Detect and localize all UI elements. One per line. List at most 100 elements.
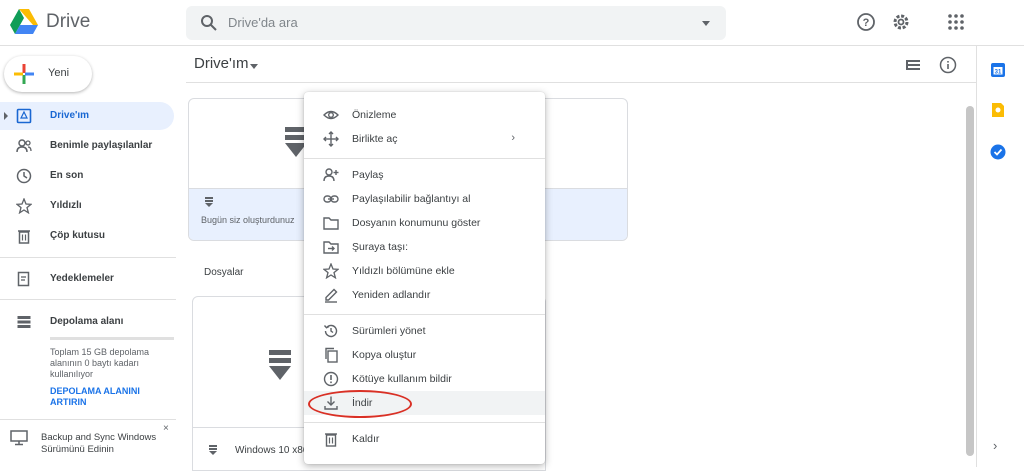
- expand-arrow-icon[interactable]: [4, 112, 8, 120]
- file-type-small-icon: [209, 445, 217, 455]
- report-icon: [323, 371, 339, 387]
- trash-icon: [16, 228, 32, 244]
- menu-item-rename[interactable]: Yeniden adlandır: [304, 283, 545, 307]
- highlight-annotation: [308, 390, 412, 418]
- side-panel-rail: 31 ›: [976, 46, 1024, 467]
- menu-item-label: Sürümleri yönet: [352, 325, 426, 337]
- sidebar-item-starred[interactable]: Yıldızlı: [0, 192, 174, 220]
- link-icon: [323, 191, 339, 207]
- new-button[interactable]: Yeni: [4, 56, 92, 92]
- folder-icon: [323, 215, 339, 231]
- svg-text:?: ?: [863, 17, 870, 29]
- sidebar-item-backups[interactable]: Yedeklemeler: [0, 265, 174, 293]
- search-bar[interactable]: Drive'da ara: [186, 6, 726, 40]
- sidebar-item-label: Çöp kutusu: [50, 230, 105, 241]
- monitor-icon: [10, 430, 28, 446]
- files-section-label: Dosyalar: [204, 267, 244, 278]
- sidebar-item-label: En son: [50, 170, 84, 181]
- tasks-icon[interactable]: [990, 144, 1006, 160]
- menu-item-label: Paylaşılabilir bağlantıyı al: [352, 193, 471, 205]
- share-person-icon: [323, 167, 339, 183]
- menu-item-label: Yıldızlı bölümüne ekle: [352, 265, 455, 277]
- upgrade-storage-link[interactable]: DEPOLAMA ALANINI ARTIRIN: [50, 386, 160, 408]
- menu-item-label: Önizleme: [352, 109, 397, 121]
- page-title[interactable]: Drive'ım: [194, 55, 249, 72]
- storage-info-text: Toplam 15 GB depolama alanının 0 baytı k…: [50, 347, 150, 379]
- search-options-icon[interactable]: [702, 21, 710, 26]
- clock-icon: [16, 168, 32, 184]
- new-button-label: Yeni: [48, 67, 70, 79]
- star-outline-icon: [323, 263, 339, 279]
- trash-icon: [323, 431, 339, 447]
- app-name[interactable]: Drive: [46, 11, 90, 33]
- search-input[interactable]: Drive'da ara: [228, 15, 298, 30]
- sidebar-item-storage[interactable]: Depolama alanı: [0, 308, 174, 336]
- file-type-small-icon: [205, 197, 213, 207]
- menu-item-label: Yeniden adlandır: [352, 289, 431, 301]
- menu-item-label: Şuraya taşı:: [352, 241, 409, 253]
- menu-item-manage-versions[interactable]: Sürümleri yönet: [304, 319, 545, 343]
- shared-icon: [16, 138, 32, 154]
- menu-divider: [304, 158, 545, 159]
- sidebar-item-label: Yedeklemeler: [50, 273, 114, 284]
- drive-logo-icon[interactable]: [10, 9, 38, 35]
- backup-icon: [16, 271, 32, 287]
- sidebar-item-my-drive[interactable]: Drive'ım: [0, 102, 174, 130]
- menu-item-get-link[interactable]: Paylaşılabilir bağlantıyı al: [304, 187, 545, 211]
- keep-icon[interactable]: [990, 102, 1006, 118]
- chevron-down-icon[interactable]: [250, 64, 258, 69]
- list-view-icon[interactable]: [905, 57, 921, 73]
- settings-icon[interactable]: [891, 12, 911, 32]
- storage-usage-bar: [50, 337, 174, 340]
- file-name: Windows 10 x86: [235, 445, 309, 456]
- menu-item-move-to[interactable]: Şuraya taşı:: [304, 235, 545, 259]
- menu-item-add-star[interactable]: Yıldızlı bölümüne ekle: [304, 259, 545, 283]
- expand-panel-icon[interactable]: ›: [993, 438, 997, 453]
- sidebar-item-label: Benimle paylaşılanlar: [50, 140, 153, 151]
- file-type-icon: [269, 350, 291, 382]
- svg-text:31: 31: [995, 70, 1002, 76]
- menu-item-preview[interactable]: Önizleme: [304, 103, 545, 127]
- quick-card-caption: Bugün siz oluşturdunuz: [201, 215, 295, 225]
- sidebar-item-shared[interactable]: Benimle paylaşılanlar: [0, 132, 174, 160]
- menu-item-make-copy[interactable]: Kopya oluştur: [304, 343, 545, 367]
- menu-item-label: Kopya oluştur: [352, 349, 417, 361]
- menu-item-remove[interactable]: Kaldır: [304, 427, 545, 451]
- menu-item-show-location[interactable]: Dosyanın konumunu göster: [304, 211, 545, 235]
- main-scrollbar[interactable]: [966, 106, 974, 456]
- backup-sync-promo[interactable]: Backup and Sync Windows Sürümünü Edinin …: [0, 420, 176, 467]
- plus-icon: [14, 64, 34, 84]
- menu-item-share[interactable]: Paylaş: [304, 163, 545, 187]
- search-icon[interactable]: [200, 14, 218, 32]
- menu-item-label: Dosyanın konumunu göster: [352, 217, 481, 229]
- sidebar-item-label: Depolama alanı: [50, 316, 124, 327]
- apps-grid-icon[interactable]: [946, 12, 966, 32]
- backup-promo-text: Backup and Sync Windows Sürümünü Edinin: [41, 432, 157, 455]
- star-icon: [16, 198, 32, 214]
- sidebar-item-trash[interactable]: Çöp kutusu: [0, 222, 174, 250]
- top-bar: Drive Drive'da ara ?: [0, 0, 1024, 46]
- sidebar-item-label: Yıldızlı: [50, 200, 82, 211]
- menu-item-report-abuse[interactable]: Kötüye kullanım bildir: [304, 367, 545, 391]
- eye-icon: [323, 107, 339, 123]
- menu-item-label: Kaldır: [352, 433, 380, 445]
- submenu-arrow-icon: ›: [511, 132, 515, 144]
- menu-item-label: Paylaş: [352, 169, 384, 181]
- menu-item-label: Birlikte aç: [352, 133, 398, 145]
- help-icon[interactable]: ?: [856, 12, 876, 32]
- close-icon[interactable]: ×: [163, 423, 169, 434]
- calendar-icon[interactable]: 31: [990, 62, 1006, 78]
- menu-divider: [304, 422, 545, 423]
- pencil-icon: [323, 287, 339, 303]
- history-icon: [323, 323, 339, 339]
- sidebar-divider: [0, 257, 176, 258]
- open-with-icon: [323, 131, 339, 147]
- my-drive-icon: [16, 108, 32, 124]
- main-header-divider: [186, 82, 976, 83]
- menu-divider: [304, 314, 545, 315]
- info-icon[interactable]: [939, 56, 957, 74]
- sidebar-item-label: Drive'ım: [50, 110, 90, 121]
- menu-item-label: Kötüye kullanım bildir: [352, 373, 452, 385]
- sidebar-item-recent[interactable]: En son: [0, 162, 174, 190]
- menu-item-open-with[interactable]: Birlikte aç ›: [304, 127, 545, 151]
